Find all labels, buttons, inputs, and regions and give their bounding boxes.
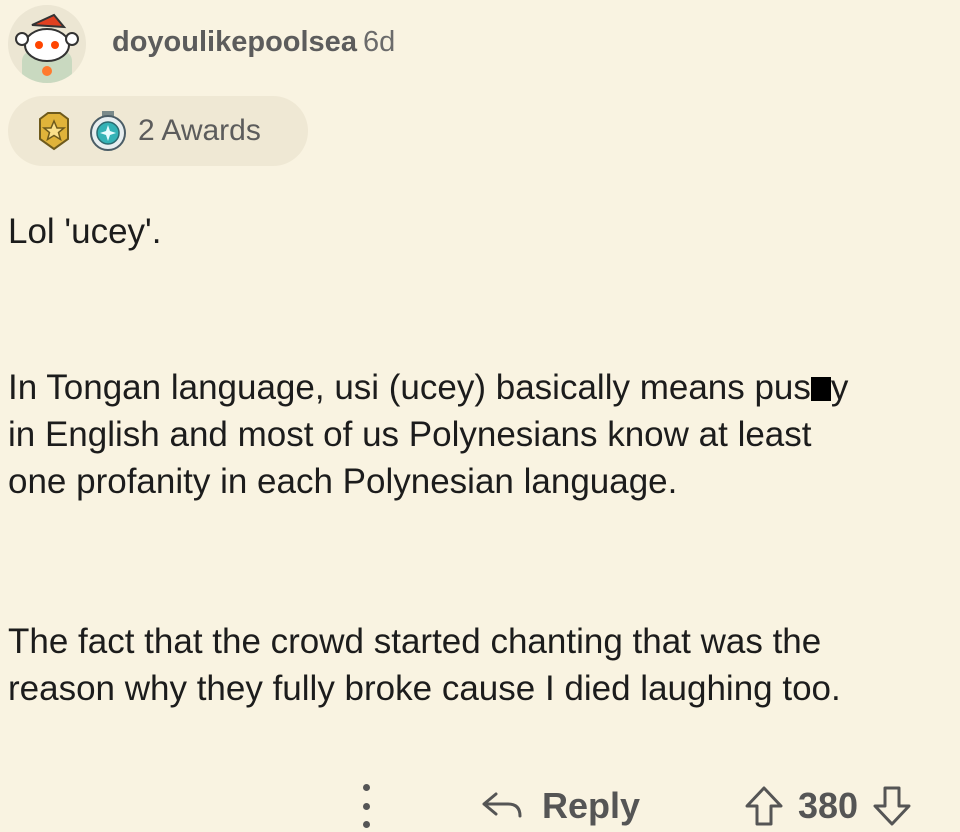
user-avatar[interactable]: [8, 5, 86, 83]
comment-header: [8, 4, 86, 84]
redaction-block: [810, 377, 831, 401]
paragraph-2-line-1-text-b: y: [830, 368, 849, 407]
awards-count-label: 2 Awards: [138, 114, 261, 147]
username[interactable]: doyoulikepoolsea: [112, 26, 357, 58]
more-vertical-icon[interactable]: [352, 784, 380, 828]
paragraph-2-line-3: one profanity in each Polynesian languag…: [8, 462, 678, 501]
comment-actions: Reply 380: [0, 780, 960, 832]
gold-star-award-icon: [39, 112, 69, 151]
paragraph-2-line-2: in English and most of us Polynesians kn…: [8, 415, 812, 454]
paragraph-2-line-1: In Tongan language, usi (ucey) basically…: [8, 364, 848, 411]
reply-arrow-icon: [482, 792, 522, 818]
snoo-avatar-icon: [8, 5, 86, 83]
reply-button[interactable]: Reply: [480, 782, 640, 830]
upvote-arrow-icon[interactable]: [744, 785, 784, 827]
paragraph-2-line-1-text-a: In Tongan language, usi (ucey) basically…: [8, 368, 811, 407]
downvote-arrow-icon[interactable]: [872, 785, 912, 827]
awards-pill[interactable]: 2 Awards: [8, 96, 308, 166]
paragraph-3-line-1: The fact that the crowd started chanting…: [8, 622, 822, 661]
comment-meta: doyoulikepoolsea 6d: [112, 26, 395, 59]
vote-score: 380: [798, 785, 859, 826]
comment-age: 6d: [362, 26, 396, 58]
reply-label: Reply: [542, 785, 641, 826]
vote-controls: 380: [744, 782, 912, 830]
diamond-award-icon: [90, 111, 126, 151]
comment-paragraph-3: The fact that the crowd started chanting…: [8, 618, 841, 712]
comment-paragraph-2: In Tongan language, usi (ucey) basically…: [8, 364, 848, 505]
comment-paragraph-1: Lol 'ucey'.: [8, 212, 162, 251]
paragraph-3-line-2: reason why they fully broke cause I died…: [8, 669, 841, 708]
